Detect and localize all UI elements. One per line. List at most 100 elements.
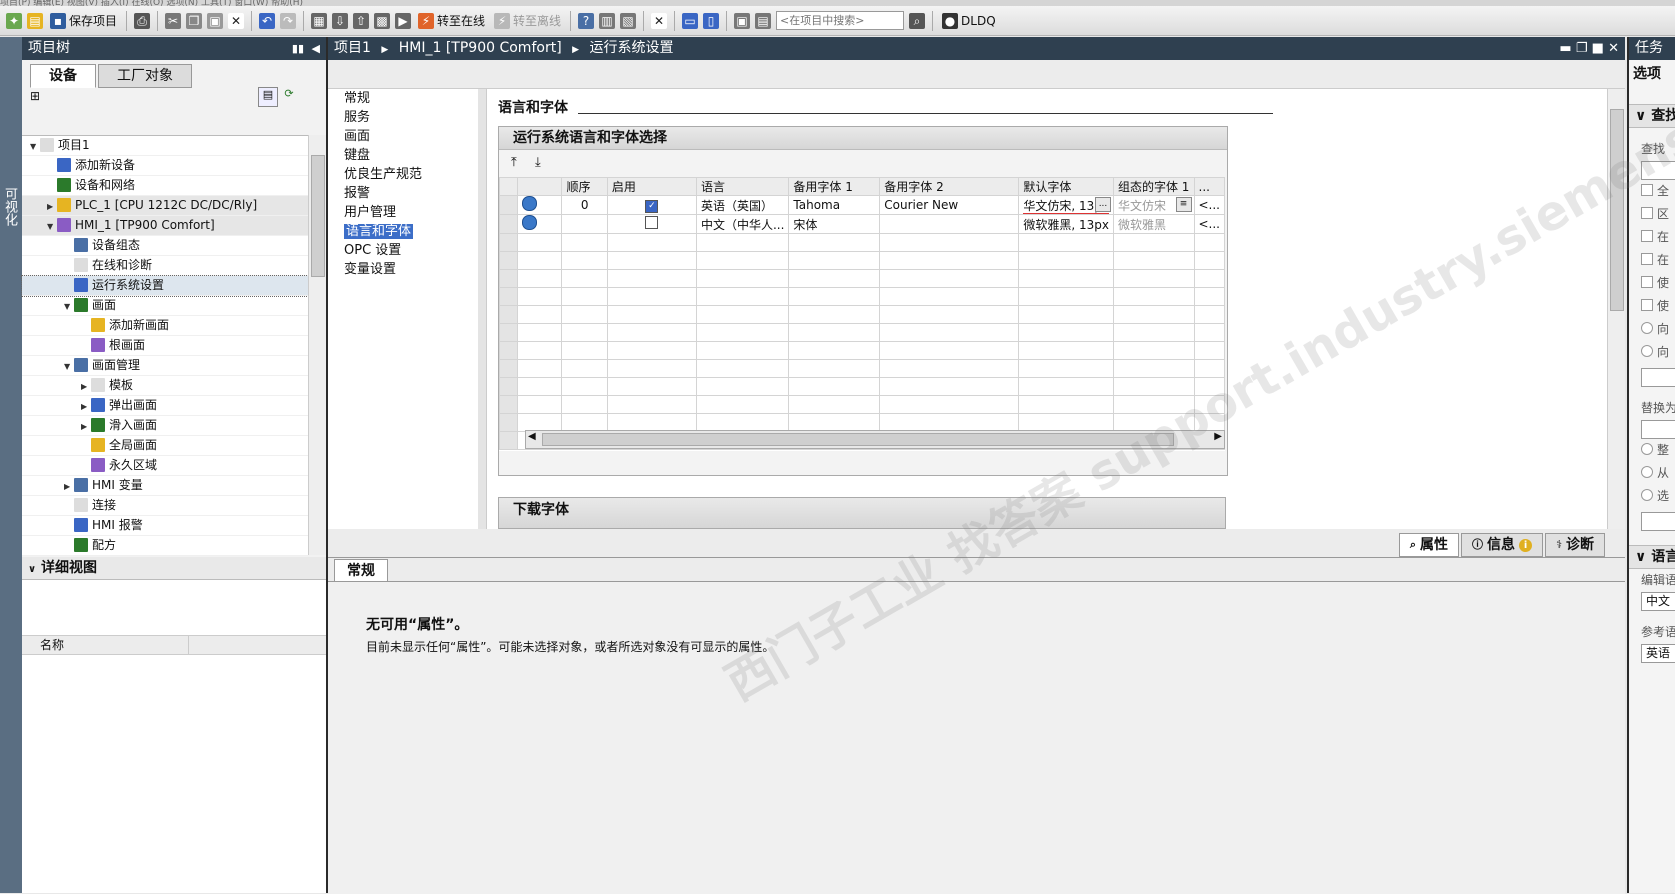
reference-language-select[interactable]: 英语 <box>1641 644 1675 663</box>
tree-item[interactable]: ▶ 模板 <box>22 376 308 396</box>
undo-icon[interactable]: ↶ <box>259 12 276 29</box>
nav-item[interactable]: 画面 <box>328 127 478 146</box>
tree-item[interactable]: ▼ 项目1 <box>22 136 308 156</box>
tree-item[interactable]: 全局画面 <box>22 436 308 456</box>
download-fonts-section[interactable]: 下载字体 <box>498 497 1226 529</box>
detail-view-header[interactable]: ∨ 详细视图 <box>22 557 326 580</box>
new-project-icon[interactable]: ✦ <box>6 12 22 29</box>
tab-info[interactable]: ⓘ 信息 i <box>1461 533 1544 557</box>
more-cell[interactable]: <... <box>1193 214 1225 234</box>
order-cell[interactable] <box>561 214 608 234</box>
nav-splitter[interactable] <box>478 89 487 529</box>
refresh-icon[interactable]: ⟳ <box>280 87 298 105</box>
restore-layout-icon[interactable]: ▤ <box>755 12 772 29</box>
project-search-input[interactable] <box>776 11 905 30</box>
row-header[interactable] <box>499 323 518 342</box>
column-header[interactable]: 备用字体 2 <box>879 177 1020 196</box>
table-row[interactable] <box>499 269 1225 288</box>
collapse-left-icon[interactable]: ◀ <box>312 37 320 60</box>
nav-item[interactable]: 优良生产规范 <box>328 165 478 184</box>
table-row[interactable] <box>499 287 1225 306</box>
row-header[interactable] <box>499 214 518 234</box>
print-icon[interactable]: ⎙ <box>134 12 151 29</box>
tree-item[interactable]: 运行系统设置 <box>21 275 309 297</box>
replace-button[interactable] <box>1641 512 1675 531</box>
nav-item[interactable]: 常规 <box>328 89 478 108</box>
column-header[interactable]: 默认字体 <box>1018 177 1114 196</box>
tree-item[interactable]: 添加新画面 <box>22 316 308 336</box>
enable-checkbox[interactable]: ✓ <box>606 195 697 215</box>
nav-item[interactable]: 服务 <box>328 108 478 127</box>
project-tree-scrollbar[interactable] <box>308 135 326 555</box>
row-header[interactable] <box>499 251 518 270</box>
tree-item[interactable]: 连接 <box>22 496 308 516</box>
user-menu[interactable]: ● DLDQ <box>940 10 998 32</box>
edit-language-select[interactable]: 中文 <box>1641 592 1675 611</box>
breadcrumb-hmi[interactable]: HMI_1 [TP900 Comfort] <box>399 40 562 56</box>
collapsed-icon[interactable]: ▶ <box>47 197 57 216</box>
replace-scope-radio[interactable]: 整 <box>1629 439 1675 462</box>
column-header[interactable]: ... <box>1193 177 1225 196</box>
direction-radio[interactable]: 向 <box>1629 318 1675 341</box>
direction-radio[interactable]: 向 <box>1629 341 1675 364</box>
row-header[interactable] <box>499 269 518 288</box>
row-header[interactable] <box>499 195 518 215</box>
order-cell[interactable]: 0 <box>561 195 608 215</box>
more-cell[interactable]: <... <box>1193 195 1225 215</box>
tree-item[interactable]: ▶ PLC_1 [CPU 1212C DC/DC/Rly] <box>22 196 308 216</box>
float-icon[interactable]: ❐ <box>1576 41 1588 56</box>
table-row[interactable] <box>499 395 1225 414</box>
find-input[interactable] <box>1641 161 1675 180</box>
expanded-icon[interactable]: ▼ <box>30 137 40 156</box>
font-picker-button[interactable]: ... <box>1094 197 1111 212</box>
expanded-icon[interactable]: ▼ <box>64 297 74 316</box>
open-project-icon[interactable]: ▤ <box>27 12 43 29</box>
pin-icon[interactable]: ▮▮ <box>292 37 304 60</box>
column-header[interactable]: 组态的字体 1 <box>1112 177 1195 196</box>
column-header[interactable]: 顺序 <box>561 177 608 196</box>
maximize-area-icon[interactable]: ▣ <box>734 12 751 29</box>
cross-reference-icon[interactable]: ▥ <box>599 12 616 29</box>
upload-icon[interactable]: ⇧ <box>353 12 370 29</box>
replace-scope-radio[interactable]: 选 <box>1629 485 1675 508</box>
redo-icon[interactable]: ↷ <box>280 12 297 29</box>
editor-scroll-thumb[interactable] <box>1610 109 1624 311</box>
tree-item[interactable]: 设备组态 <box>22 236 308 256</box>
row-header[interactable] <box>499 233 518 252</box>
row-header[interactable] <box>499 305 518 324</box>
compare-icon[interactable]: ▧ <box>620 12 637 29</box>
nav-item[interactable]: 键盘 <box>328 146 478 165</box>
hscroll-thumb[interactable] <box>542 433 1174 446</box>
find-option-checkbox[interactable]: 在 <box>1629 249 1675 272</box>
tree-item[interactable]: 配方 <box>22 536 308 556</box>
table-row[interactable] <box>499 305 1225 324</box>
table-row[interactable] <box>499 413 1225 432</box>
download-icon[interactable]: ⇩ <box>332 12 349 29</box>
nav-item[interactable]: 语言和字体 <box>328 222 478 241</box>
paste-icon[interactable]: ▣ <box>207 12 224 29</box>
save-project-button[interactable]: ▪ 保存项目 <box>48 10 119 32</box>
row-header[interactable] <box>499 431 518 450</box>
tree-item[interactable]: ▶ 弹出画面 <box>22 396 308 416</box>
row-header[interactable] <box>499 377 518 396</box>
fallback1-cell[interactable]: 宋体 <box>788 214 881 234</box>
table-row[interactable]: 中文（中华人... 宋体 微软雅黑, 13px 微软雅黑 <... <box>499 214 1225 234</box>
find-option-checkbox[interactable]: 在 <box>1629 226 1675 249</box>
tree-item[interactable]: HMI 报警 <box>22 516 308 536</box>
table-row[interactable] <box>499 323 1225 342</box>
tab-general[interactable]: 常规 <box>334 559 388 582</box>
tree-item[interactable]: 永久区域 <box>22 456 308 476</box>
network-view-icon[interactable]: ⊞ <box>30 89 40 103</box>
delete-icon[interactable]: ✕ <box>228 12 245 29</box>
tree-item[interactable]: ▼ 画面 <box>22 296 308 316</box>
fallback2-cell[interactable] <box>879 214 1020 234</box>
breadcrumb-runtime-settings[interactable]: 运行系统设置 <box>589 40 673 56</box>
tree-item[interactable]: ▶ 滑入画面 <box>22 416 308 436</box>
default-font-cell[interactable]: 微软雅黑, 13px <box>1018 214 1114 234</box>
row-header[interactable] <box>499 413 518 432</box>
tree-item[interactable]: 在线和诊断 <box>22 256 308 276</box>
move-up-icon[interactable]: ⤒ <box>511 155 517 170</box>
expanded-icon[interactable]: ▼ <box>47 217 57 236</box>
scroll-left-icon[interactable]: ◀ <box>528 431 536 442</box>
search-icon[interactable]: ⌕ <box>909 12 926 29</box>
